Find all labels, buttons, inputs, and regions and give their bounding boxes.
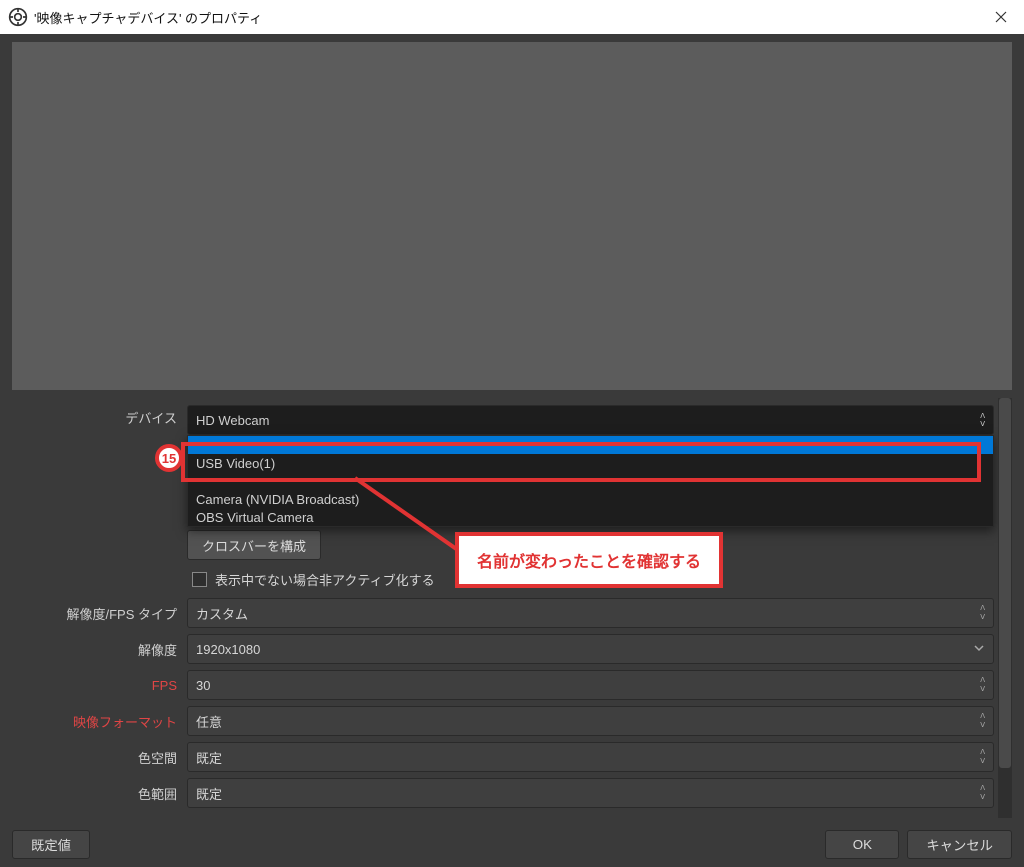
stepper-icon [980,784,985,802]
colorspace-label: 色空間 [12,748,187,767]
device-select[interactable]: HD Webcam [187,405,994,435]
colorrange-select[interactable]: 既定 [187,778,994,808]
device-selected-value: HD Webcam [196,413,269,428]
annotation-step-badge: 15 [155,444,183,472]
fps-select[interactable]: 30 [187,670,994,700]
resolution-label: 解像度 [12,640,187,659]
scrollbar[interactable] [998,398,1012,818]
app-icon [8,7,28,27]
chevron-down-icon [973,642,985,656]
res-fps-type-label: 解像度/FPS タイプ [12,604,187,623]
video-preview [12,42,1012,390]
device-option[interactable] [188,436,993,454]
video-format-label: 映像フォーマット [12,712,187,731]
window-title: '映像キャプチャデバイス' のプロパティ [34,8,978,27]
configure-crossbar-button[interactable]: クロスバーを構成 [187,530,321,560]
stepper-icon [980,748,985,766]
device-option[interactable]: Camera (NVIDIA Broadcast) [188,490,993,508]
resolution-select[interactable]: 1920x1080 [187,634,994,664]
title-bar: '映像キャプチャデバイス' のプロパティ [0,0,1024,34]
device-options-list: USB Video(1) Camera (NVIDIA Broadcast) O… [187,435,994,527]
fps-label: FPS [12,678,187,693]
video-format-select[interactable]: 任意 [187,706,994,736]
device-option[interactable]: OBS Virtual Camera [188,508,993,526]
stepper-icon [980,604,985,622]
colorrange-label: 色範囲 [12,784,187,803]
dialog-footer: 既定値 OK キャンセル [0,830,1024,859]
cancel-button[interactable]: キャンセル [907,830,1012,859]
deactivate-label: 表示中でない場合非アクティブ化する [215,570,435,589]
close-button[interactable] [978,0,1024,34]
defaults-button[interactable]: 既定値 [12,830,90,859]
annotation-note: 名前が変わったことを確認する [455,532,723,588]
stepper-icon [980,412,985,428]
stepper-icon [980,676,985,694]
scrollbar-thumb[interactable] [999,398,1011,768]
device-label: デバイス [12,402,187,427]
checkbox-icon[interactable] [192,572,207,587]
res-fps-type-select[interactable]: カスタム [187,598,994,628]
stepper-icon [980,712,985,730]
device-option[interactable]: USB Video(1) [188,454,993,472]
ok-button[interactable]: OK [825,830,899,859]
colorspace-select[interactable]: 既定 [187,742,994,772]
device-option[interactable] [188,472,993,490]
